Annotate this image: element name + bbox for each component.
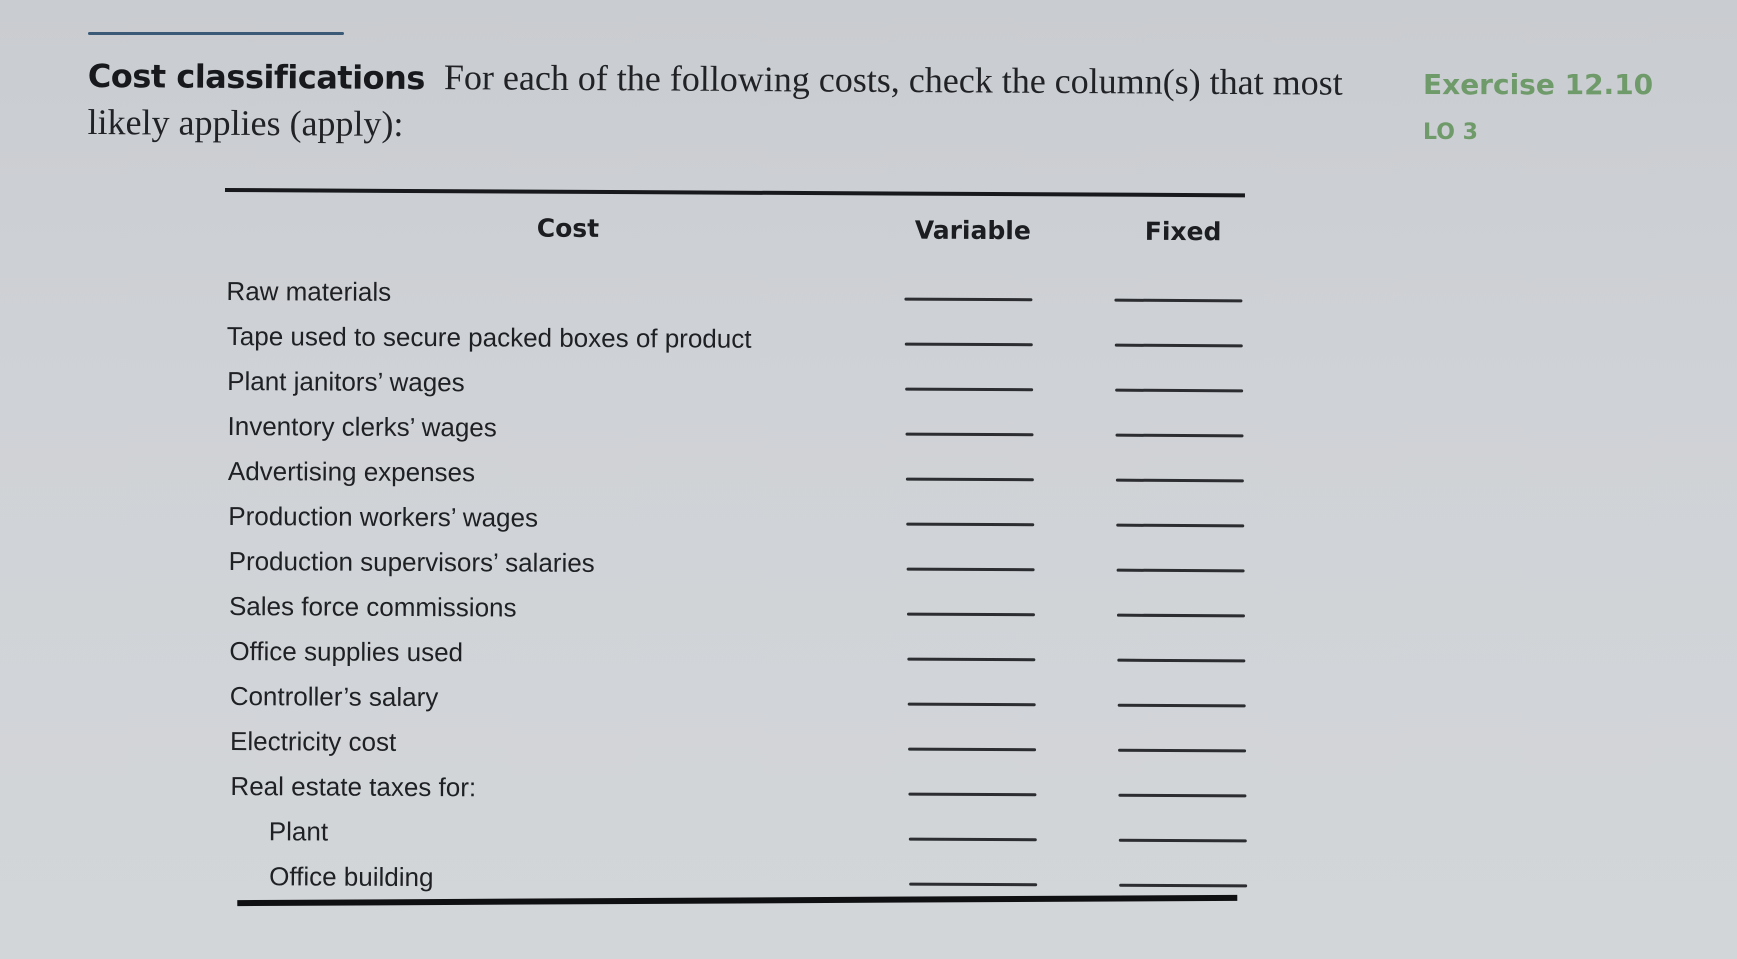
table-row: Advertising expenses — [226, 452, 1246, 502]
fixed-answer-blank[interactable] — [1119, 883, 1248, 888]
variable-answer-blank[interactable] — [908, 747, 1037, 752]
cost-label: Electricity cost — [230, 726, 397, 757]
fixed-answer-blank[interactable] — [1118, 838, 1247, 843]
cost-label: Inventory clerks’ wages — [227, 411, 497, 443]
variable-answer-blank[interactable] — [906, 567, 1035, 572]
fixed-answer-blank[interactable] — [1116, 568, 1245, 573]
fixed-answer-blank[interactable] — [1118, 793, 1247, 798]
fixed-answer-blank[interactable] — [1114, 298, 1243, 303]
fixed-answer-blank[interactable] — [1114, 343, 1243, 348]
fixed-answer-blank[interactable] — [1116, 523, 1245, 528]
variable-answer-blank[interactable] — [907, 657, 1036, 662]
cost-label: Controller’s salary — [229, 681, 439, 713]
variable-answer-blank[interactable] — [906, 612, 1035, 617]
cost-label: Real estate taxes for: — [230, 771, 477, 803]
exercise-label: Exercise 12.10 — [1423, 68, 1654, 101]
column-header-cost: Cost — [536, 213, 600, 243]
table-row: Production workers’ wages — [226, 497, 1246, 547]
variable-answer-blank[interactable] — [908, 792, 1037, 797]
variable-answer-blank[interactable] — [908, 837, 1037, 842]
cost-label: Advertising expenses — [227, 456, 476, 488]
fixed-answer-blank[interactable] — [1118, 748, 1247, 753]
table-row: Plant janitors’ wages — [225, 362, 1245, 412]
fixed-answer-blank[interactable] — [1115, 433, 1244, 438]
variable-answer-blank[interactable] — [907, 702, 1036, 707]
fixed-answer-blank[interactable] — [1117, 658, 1246, 663]
table-row: Electricity cost — [228, 722, 1248, 772]
variable-answer-blank[interactable] — [905, 387, 1034, 392]
fixed-answer-blank[interactable] — [1116, 613, 1245, 618]
variable-answer-blank[interactable] — [904, 297, 1033, 302]
fixed-answer-blank[interactable] — [1117, 703, 1246, 708]
section-top-rule — [88, 32, 344, 35]
table-row: Inventory clerks’ wages — [225, 407, 1245, 457]
cost-label: Office supplies used — [229, 636, 464, 668]
variable-answer-blank[interactable] — [905, 477, 1034, 482]
cost-label: Office building — [269, 861, 434, 893]
fixed-answer-blank[interactable] — [1115, 478, 1244, 483]
variable-answer-blank[interactable] — [904, 342, 1033, 347]
cost-label: Plant janitors’ wages — [227, 366, 465, 398]
table-row: Sales force commissions — [227, 587, 1247, 637]
column-header-fixed: Fixed — [1144, 216, 1222, 247]
cost-label: Plant — [268, 816, 329, 847]
table-row: Raw materials — [224, 272, 1244, 322]
table-body: Raw materials Tape used to secure packed … — [221, 272, 1248, 907]
table-row: Production supervisors’ salaries — [227, 542, 1247, 592]
cost-label: Tape used to secure packed boxes of prod… — [226, 321, 752, 354]
learning-objective: LO 3 — [1423, 120, 1478, 145]
table-row: Office supplies used — [227, 632, 1247, 682]
table-top-rule — [224, 188, 1245, 198]
exercise-heading: Cost classifications For each of the fol… — [87, 52, 1388, 153]
exercise-title: Cost classifications — [87, 56, 426, 98]
table-row: Controller’s salary — [228, 677, 1248, 727]
cost-label: Sales force commissions — [228, 591, 517, 623]
table-row: Tape used to secure packed boxes of prod… — [225, 317, 1245, 367]
table-row: Real estate taxes for: — [228, 767, 1248, 817]
variable-answer-blank[interactable] — [905, 432, 1034, 437]
cost-classification-table: Cost Variable Fixed Raw materials Tape us… — [221, 188, 1248, 913]
fixed-answer-blank[interactable] — [1115, 388, 1244, 393]
table-row: Plant — [229, 812, 1249, 862]
cost-label: Production supervisors’ salaries — [228, 546, 595, 578]
cost-label: Production workers’ wages — [228, 501, 539, 533]
cost-label: Raw materials — [226, 276, 392, 307]
column-header-variable: Variable — [914, 215, 1031, 246]
variable-answer-blank[interactable] — [906, 522, 1035, 527]
variable-answer-blank[interactable] — [909, 882, 1038, 887]
